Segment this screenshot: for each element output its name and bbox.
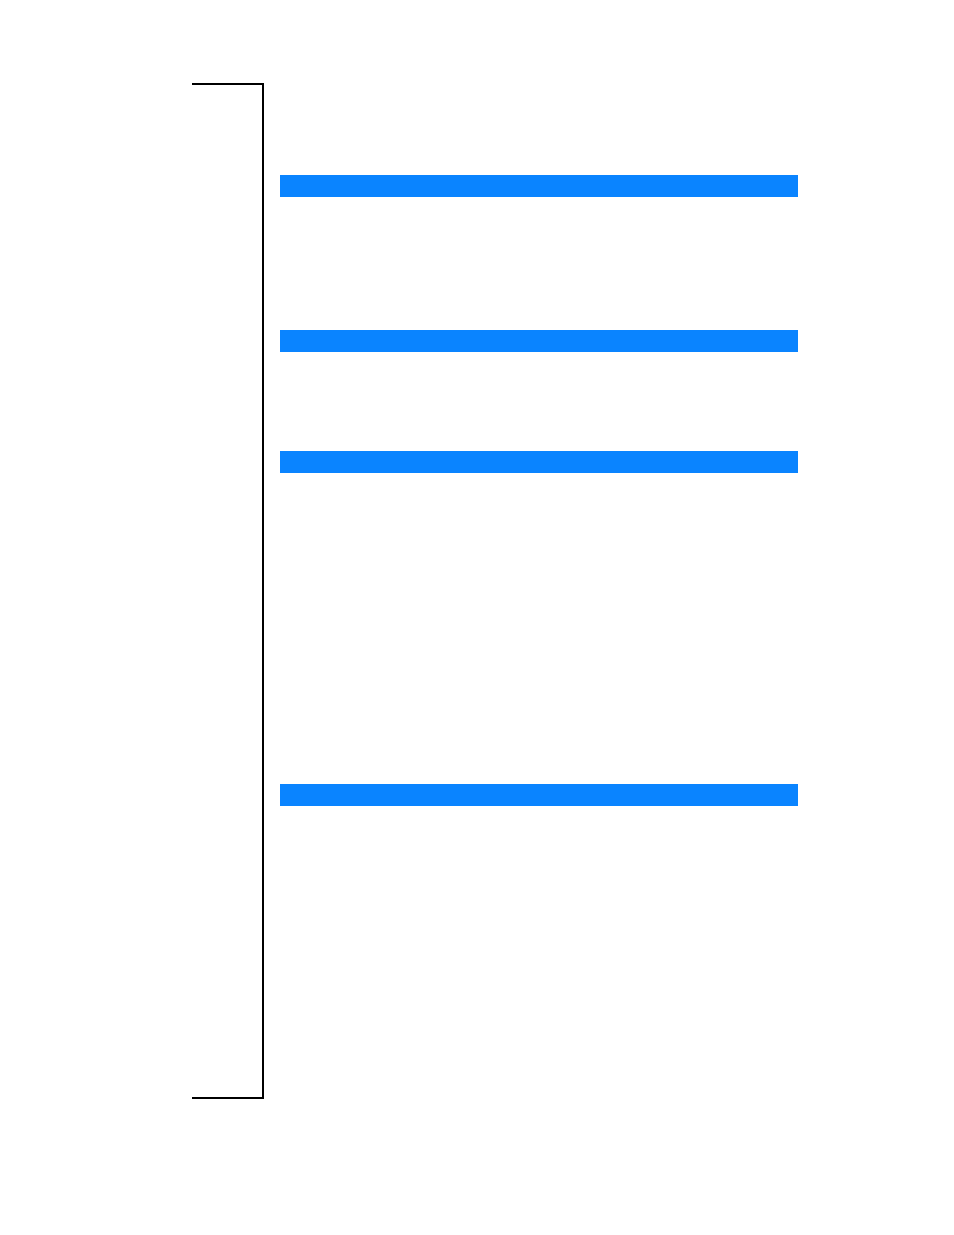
bracket-spine: [262, 83, 264, 1099]
bracket-top-tick: [192, 83, 264, 85]
bar-2: [280, 330, 798, 352]
diagram-stage: [0, 0, 954, 1235]
bar-3: [280, 451, 798, 473]
bar-1: [280, 175, 798, 197]
bracket-bottom-tick: [192, 1097, 264, 1099]
bar-4: [280, 784, 798, 806]
